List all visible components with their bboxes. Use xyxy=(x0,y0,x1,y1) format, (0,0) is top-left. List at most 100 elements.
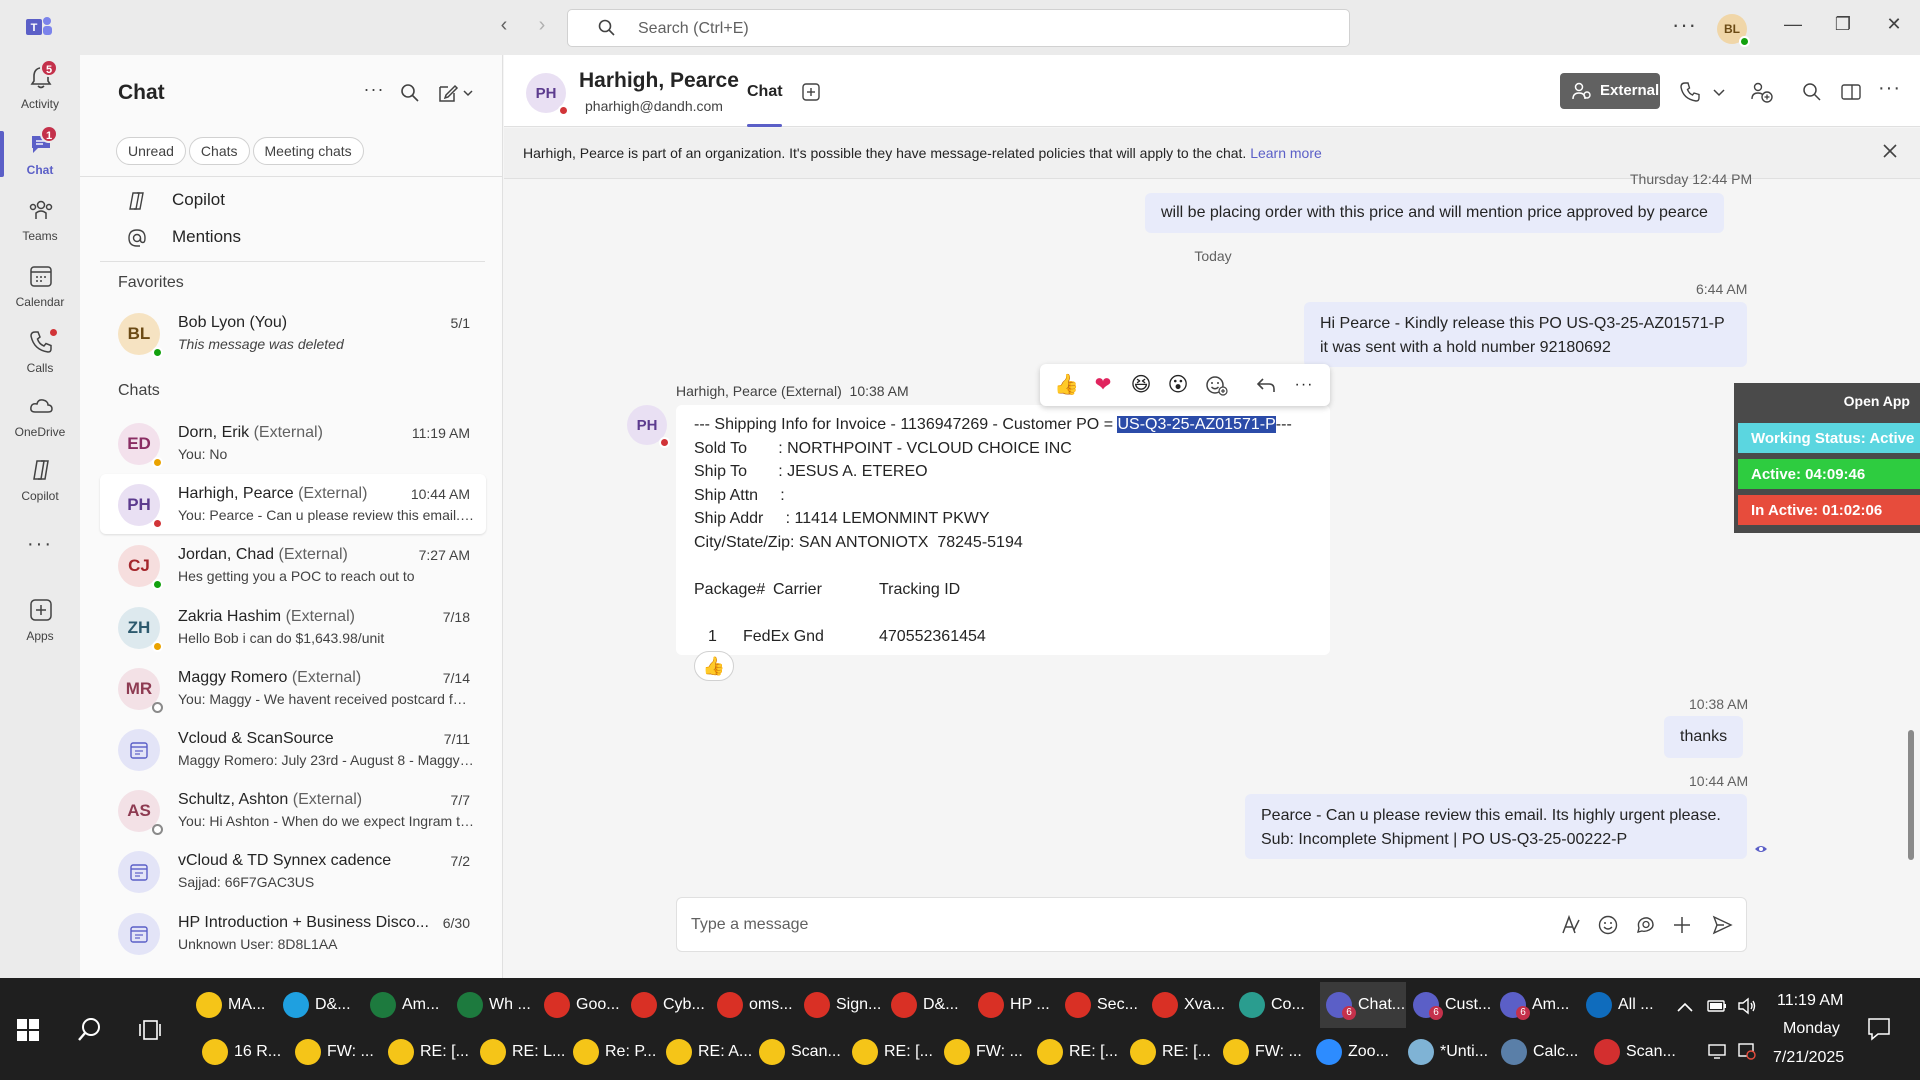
minimize-icon[interactable]: — xyxy=(1778,14,1808,35)
close-icon[interactable] xyxy=(1880,141,1900,161)
search-icon[interactable] xyxy=(400,83,420,103)
taskbar-app-button[interactable]: FW: ... xyxy=(1217,1029,1303,1075)
more-options-icon[interactable]: ··· xyxy=(1672,12,1697,38)
more-options-icon[interactable]: ··· xyxy=(1292,373,1316,397)
taskbar-app-button[interactable]: Am... xyxy=(364,982,450,1028)
taskbar-app-button[interactable]: MA... xyxy=(190,982,276,1028)
taskbar-app-button[interactable]: RE: [... xyxy=(846,1029,933,1075)
message-bubble-outgoing[interactable]: thanks xyxy=(1664,716,1744,758)
heart-reaction-icon[interactable]: ❤ xyxy=(1091,373,1115,397)
taskbar-app-button[interactable]: RE: [... xyxy=(1031,1029,1118,1075)
external-button[interactable]: External xyxy=(1560,73,1660,109)
reaction-thumbs-up-chip[interactable]: 👍 xyxy=(694,651,734,681)
taskbar-app-button[interactable]: Scan... xyxy=(1588,1029,1676,1075)
chat-list-item[interactable]: vCloud & TD Synnex cadence 7/2 Sajjad: 6… xyxy=(100,841,486,901)
taskbar-app-button[interactable]: RE: A... xyxy=(660,1029,752,1075)
taskbar-app-button[interactable]: 6 Cust... xyxy=(1407,982,1493,1028)
taskbar-app-button[interactable]: Co... xyxy=(1233,982,1319,1028)
laugh-reaction-icon[interactable]: 😆 xyxy=(1129,373,1153,397)
taskbar-app-button[interactable]: HP ... xyxy=(972,982,1058,1028)
chevron-down-icon[interactable] xyxy=(1712,81,1726,103)
taskbar-app-button[interactable]: All ... xyxy=(1580,982,1666,1028)
chat-list-item[interactable]: Vcloud & ScanSource 7/11 Maggy Romero: J… xyxy=(100,719,486,779)
taskbar-app-button[interactable]: Zoo... xyxy=(1310,1029,1396,1075)
rail-item-activity[interactable]: 5 Activity xyxy=(0,59,80,123)
rail-more-apps[interactable]: ··· xyxy=(0,531,80,561)
new-chat-icon[interactable] xyxy=(438,83,474,103)
taskbar-app-button[interactable]: FW: ... xyxy=(938,1029,1024,1075)
global-search-box[interactable] xyxy=(567,9,1350,47)
message-bubble-outgoing[interactable]: Pearce - Can u please review this email.… xyxy=(1245,794,1747,859)
task-view-icon[interactable] xyxy=(138,1018,162,1042)
rail-item-onedrive[interactable]: OneDrive xyxy=(0,389,80,451)
filter-chats[interactable]: Chats xyxy=(188,137,250,165)
taskbar-app-button[interactable]: FW: ... xyxy=(289,1029,375,1075)
taskbar-app-button[interactable]: *Unti... xyxy=(1402,1029,1488,1075)
rail-item-calls[interactable]: Calls xyxy=(0,325,80,387)
like-reaction-icon[interactable]: 👍 xyxy=(1054,373,1079,397)
more-options-icon[interactable]: ··· xyxy=(362,79,386,103)
taskbar-app-button[interactable]: Re: P... xyxy=(567,1029,656,1075)
taskbar-app-button[interactable]: oms... xyxy=(711,982,797,1028)
add-tab-icon[interactable] xyxy=(801,82,821,102)
filter-unread[interactable]: Unread xyxy=(116,137,186,165)
taskbar-app-button[interactable]: Xva... xyxy=(1146,982,1232,1028)
chat-list-item[interactable]: PH Harhigh, Pearce (External) 10:44 AM Y… xyxy=(100,474,486,535)
rail-item-teams[interactable]: Teams xyxy=(0,193,80,255)
tab-chat[interactable]: Chat xyxy=(747,83,783,101)
taskbar-app-button[interactable]: Goo... xyxy=(538,982,624,1028)
chevron-up-icon[interactable] xyxy=(1676,1000,1694,1014)
notifications-icon[interactable] xyxy=(1866,1016,1892,1042)
emoji-icon[interactable] xyxy=(1597,914,1619,936)
selected-po-text[interactable]: US-Q3-25-AZ01571-P xyxy=(1117,416,1276,433)
taskbar-app-button[interactable]: Cyb... xyxy=(625,982,711,1028)
back-arrow-icon[interactable]: ‹ xyxy=(490,14,518,37)
pop-out-icon[interactable] xyxy=(1840,81,1862,103)
user-avatar[interactable]: BL xyxy=(1717,14,1750,47)
message-bubble-outgoing[interactable]: Hi Pearce - Kindly release this PO US-Q3… xyxy=(1304,302,1747,367)
search-input[interactable] xyxy=(638,17,1238,41)
loop-icon[interactable] xyxy=(1634,914,1656,936)
taskbar-app-button[interactable]: Wh ... xyxy=(451,982,537,1028)
sender-avatar[interactable]: PH xyxy=(627,405,670,448)
taskbar-app-button[interactable]: RE: [... xyxy=(382,1029,469,1075)
search-icon[interactable] xyxy=(1801,81,1823,103)
forward-arrow-icon[interactable]: › xyxy=(528,14,556,37)
learn-more-link[interactable]: Learn more xyxy=(1250,145,1322,161)
attach-plus-icon[interactable] xyxy=(1671,914,1693,936)
conversation-scrollbar[interactable] xyxy=(1908,730,1914,860)
taskbar-app-button[interactable]: D&... xyxy=(885,982,971,1028)
contact-name[interactable]: Harhigh, Pearce xyxy=(579,69,739,93)
message-bubble-outgoing[interactable]: will be placing order with this price an… xyxy=(1145,193,1724,233)
rail-item-chat[interactable]: 1 Chat xyxy=(0,125,80,189)
close-window-icon[interactable]: ✕ xyxy=(1879,14,1909,35)
format-icon[interactable] xyxy=(1560,914,1582,936)
restore-icon[interactable]: ❐ xyxy=(1828,14,1858,35)
taskbar-app-button[interactable]: 6 Chat... xyxy=(1320,982,1406,1028)
chat-list-item[interactable]: ZH Zakria Hashim (External) 7/18 Hello B… xyxy=(100,597,486,657)
filter-meeting-chats[interactable]: Meeting chats xyxy=(252,137,364,165)
clock-time[interactable]: 11:19 AM xyxy=(1777,992,1843,1010)
chat-list-item[interactable]: HP Introduction + Business Disco... 6/30… xyxy=(100,903,486,963)
rail-item-apps[interactable]: Apps xyxy=(0,593,80,655)
taskbar-app-button[interactable]: Scan... xyxy=(753,1029,841,1075)
sync-icon[interactable] xyxy=(1737,1041,1757,1061)
chat-list-item[interactable]: ED Dorn, Erik (External) 11:19 AM You: N… xyxy=(100,413,486,473)
chat-list-item[interactable]: AS Schultz, Ashton (External) 7/7 You: H… xyxy=(100,780,486,840)
taskbar-search-icon[interactable] xyxy=(76,1016,104,1044)
contact-avatar[interactable]: PH xyxy=(526,73,569,116)
volume-icon[interactable] xyxy=(1737,996,1757,1016)
taskbar-app-button[interactable]: 16 R... xyxy=(196,1029,282,1075)
message-input[interactable] xyxy=(691,914,1491,936)
taskbar-app-button[interactable]: RE: [... xyxy=(1124,1029,1211,1075)
battery-icon[interactable] xyxy=(1707,996,1727,1016)
open-app-button[interactable]: Open App xyxy=(1844,393,1910,409)
add-reaction-icon[interactable] xyxy=(1204,373,1228,397)
network-icon[interactable] xyxy=(1707,1041,1727,1061)
taskbar-app-button[interactable]: RE: L... xyxy=(474,1029,565,1075)
phone-icon[interactable] xyxy=(1679,81,1701,103)
send-icon[interactable] xyxy=(1711,914,1733,936)
add-people-icon[interactable] xyxy=(1750,81,1774,103)
windows-start-icon[interactable] xyxy=(16,1018,40,1042)
taskbar-app-button[interactable]: Sec... xyxy=(1059,982,1145,1028)
